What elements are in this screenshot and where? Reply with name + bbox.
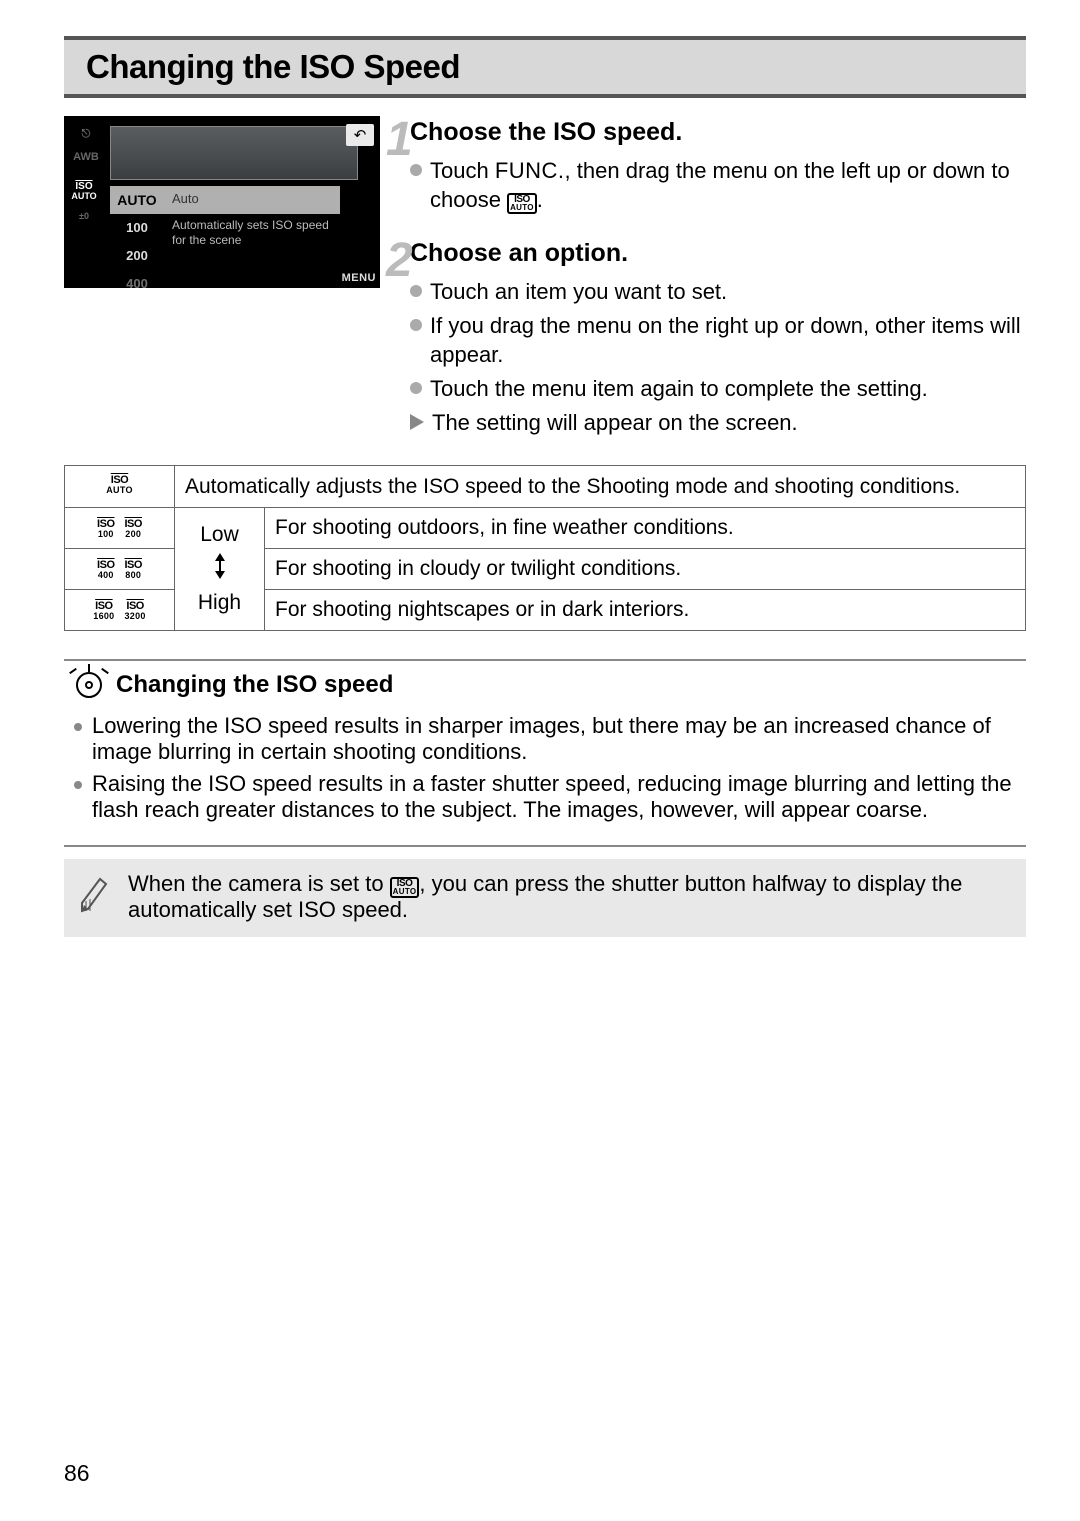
iso-200-icon: ISO200: [123, 518, 144, 539]
tips-heading: Changing the ISO speed: [116, 671, 393, 699]
table-row: ISOAUTO Automatically adjusts the ISO sp…: [65, 466, 1026, 508]
iso-auto-icon: ISOAUTO: [104, 474, 135, 495]
tip-1: Lowering the ISO speed results in sharpe…: [92, 713, 1016, 765]
up-down-arrow-icon: [215, 553, 225, 579]
back-icon[interactable]: ↶: [346, 124, 374, 146]
screenshot-option-200[interactable]: 200: [110, 242, 164, 270]
screenshot-iso-auto-icon: ISO AUTO ±0: [66, 182, 102, 221]
tips-box: Changing the ISO speed Lowering the ISO …: [64, 659, 1026, 847]
iso-table: ISOAUTO Automatically adjusts the ISO sp…: [64, 465, 1026, 631]
note-text: When the camera is set to ISOAUTO, you c…: [128, 871, 1012, 923]
step-2-bullet-3: Touch the menu item again to complete th…: [430, 374, 1026, 404]
camera-screenshot: ⎋ AWB ISO AUTO ±0 ↶ AUTO 100 200 400 Aut…: [64, 116, 380, 288]
level-high-label: High: [185, 591, 254, 615]
page-number: 86: [64, 1460, 90, 1487]
screenshot-option-auto[interactable]: AUTO: [110, 186, 164, 214]
screenshot-preview-image: [110, 126, 358, 180]
step-2-bullet-2: If you drag the menu on the right up or …: [430, 311, 1026, 370]
iso-low-description: For shooting outdoors, in fine weather c…: [265, 508, 1026, 549]
pencil-note-icon: [78, 873, 110, 915]
bullet-icon: [74, 781, 82, 789]
table-row: ISO100 ISO200 Low High For shooting outd…: [65, 508, 1026, 549]
iso-800-icon: ISO800: [123, 559, 144, 580]
step-1-title: Choose the ISO speed.: [410, 116, 1026, 150]
screenshot-option-100[interactable]: 100: [110, 214, 164, 242]
iso-3200-icon: ISO3200: [123, 600, 148, 621]
iso-100-icon: ISO100: [95, 518, 116, 539]
iso-auto-icon: ISOAUTO: [507, 193, 537, 214]
step-1-number: 1: [386, 108, 413, 173]
bullet-icon: [410, 319, 422, 331]
step-2-number: 2: [386, 229, 413, 294]
step-2-bullet-1: Touch an item you want to set.: [430, 277, 1026, 307]
screenshot-description: Auto Automatically sets ISO speed for th…: [164, 186, 340, 252]
bullet-icon: [74, 723, 82, 731]
result-arrow-icon: [410, 414, 424, 430]
iso-auto-icon: ISOAUTO: [390, 877, 420, 898]
step-2-title: Choose an option.: [410, 237, 1026, 271]
lightbulb-icon: [76, 672, 102, 698]
iso-auto-description: Automatically adjusts the ISO speed to t…: [175, 466, 1026, 508]
iso-mid-description: For shooting in cloudy or twilight condi…: [265, 549, 1026, 590]
tip-2: Raising the ISO speed results in a faste…: [92, 771, 1016, 823]
iso-400-icon: ISO400: [95, 559, 116, 580]
screenshot-option-400[interactable]: 400: [110, 270, 164, 288]
step-1-bullet: Touch FUNC., then drag the menu on the l…: [430, 156, 1026, 215]
level-low-label: Low: [185, 523, 254, 547]
iso-1600-icon: ISO1600: [91, 600, 116, 621]
page-title: Changing the ISO Speed: [64, 36, 1026, 98]
menu-label[interactable]: MENU: [342, 272, 376, 284]
bullet-icon: [410, 382, 422, 394]
instruction-steps: 1 Choose the ISO speed. Touch FUNC., the…: [410, 116, 1026, 437]
note-box: When the camera is set to ISOAUTO, you c…: [64, 859, 1026, 937]
step-2-result: The setting will appear on the screen.: [432, 408, 798, 438]
iso-high-description: For shooting nightscapes or in dark inte…: [265, 590, 1026, 631]
screenshot-option-column[interactable]: AUTO 100 200 400: [110, 186, 164, 288]
screenshot-side-icons: ⎋ AWB: [70, 128, 102, 163]
